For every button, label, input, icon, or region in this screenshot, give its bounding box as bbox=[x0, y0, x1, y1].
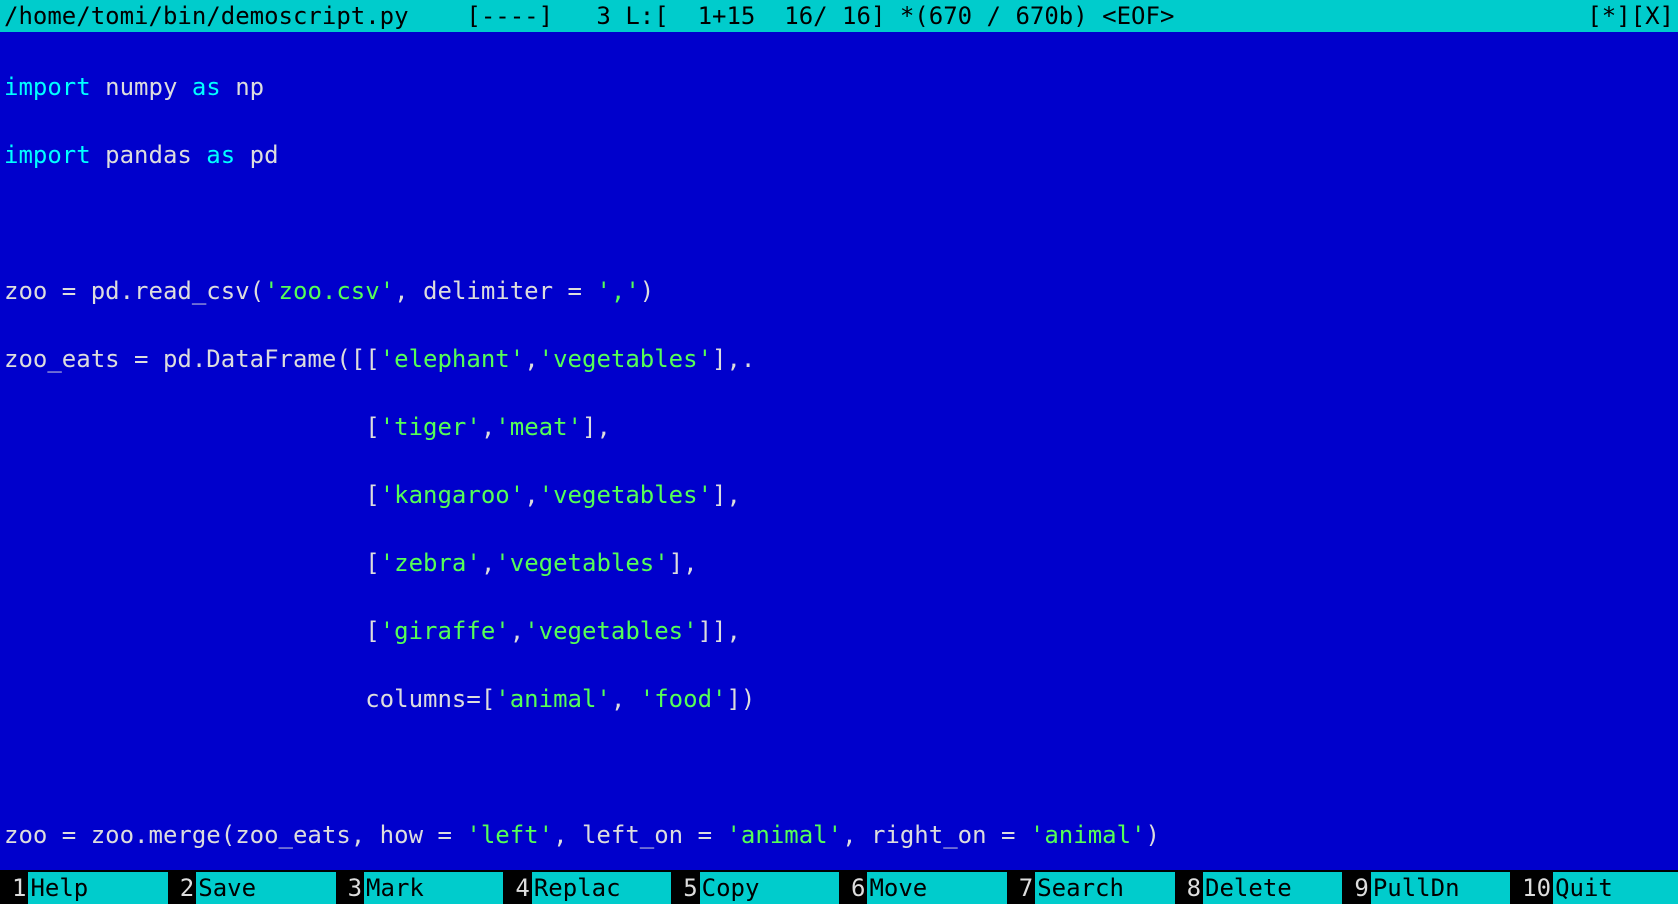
string: 'zebra' bbox=[380, 549, 481, 577]
string: 'meat' bbox=[495, 413, 582, 441]
function-key-bar: 1Help 2Save 3Mark 4Replac 5Copy 6Move 7S… bbox=[0, 872, 1678, 904]
keyword: as bbox=[192, 73, 221, 101]
code-line[interactable]: import pandas as pd bbox=[4, 138, 1674, 172]
string: 'kangaroo' bbox=[380, 481, 525, 509]
file-status-right: [*][X] bbox=[1587, 0, 1674, 32]
code-line[interactable]: columns=['animal', 'food']) bbox=[4, 682, 1674, 716]
string: 'zoo.csv' bbox=[264, 277, 394, 305]
fkey-quit[interactable]: 10Quit bbox=[1510, 872, 1678, 904]
fkey-replace[interactable]: 4Replac bbox=[503, 872, 671, 904]
string: 'vegetables' bbox=[495, 549, 668, 577]
file-status-left: /home/tomi/bin/demoscript.py [----] 3 L:… bbox=[4, 0, 1174, 32]
fkey-pulldn[interactable]: 9PullDn bbox=[1342, 872, 1510, 904]
code-line[interactable]: import numpy as np bbox=[4, 70, 1674, 104]
string: 'animal' bbox=[726, 821, 842, 849]
string: 'tiger' bbox=[380, 413, 481, 441]
string: 'animal' bbox=[1030, 821, 1146, 849]
code-line[interactable]: zoo = zoo.merge(zoo_eats, how = 'left', … bbox=[4, 818, 1674, 852]
fkey-copy[interactable]: 5Copy bbox=[671, 872, 839, 904]
string: 'vegetables' bbox=[524, 617, 697, 645]
string: 'vegetables' bbox=[539, 481, 712, 509]
string: 'vegetables' bbox=[539, 345, 712, 373]
code-line[interactable]: ['zebra','vegetables'], bbox=[4, 546, 1674, 580]
string: 'left' bbox=[466, 821, 553, 849]
code-line[interactable]: ['tiger','meat'], bbox=[4, 410, 1674, 444]
keyword: import bbox=[4, 73, 91, 101]
fkey-help[interactable]: 1Help bbox=[0, 872, 168, 904]
string: 'animal' bbox=[495, 685, 611, 713]
fkey-mark[interactable]: 3Mark bbox=[336, 872, 504, 904]
code-line[interactable] bbox=[4, 750, 1674, 784]
editor-area[interactable]: import numpy as np import pandas as pd z… bbox=[0, 32, 1678, 870]
string: 'elephant' bbox=[380, 345, 525, 373]
fkey-move[interactable]: 6Move bbox=[839, 872, 1007, 904]
fkey-delete[interactable]: 8Delete bbox=[1175, 872, 1343, 904]
code-line[interactable]: zoo = pd.read_csv('zoo.csv', delimiter =… bbox=[4, 274, 1674, 308]
title-bar: /home/tomi/bin/demoscript.py [----] 3 L:… bbox=[0, 0, 1678, 32]
string: ',' bbox=[596, 277, 639, 305]
code-line[interactable]: ['giraffe','vegetables']], bbox=[4, 614, 1674, 648]
code-line[interactable] bbox=[4, 206, 1674, 240]
code-line[interactable]: zoo_eats = pd.DataFrame([['elephant','ve… bbox=[4, 342, 1674, 376]
keyword: import bbox=[4, 141, 91, 169]
fkey-save[interactable]: 2Save bbox=[168, 872, 336, 904]
keyword: as bbox=[206, 141, 235, 169]
string: 'food' bbox=[640, 685, 727, 713]
string: 'giraffe' bbox=[380, 617, 510, 645]
fkey-search[interactable]: 7Search bbox=[1007, 872, 1175, 904]
code-line[interactable]: ['kangaroo','vegetables'], bbox=[4, 478, 1674, 512]
